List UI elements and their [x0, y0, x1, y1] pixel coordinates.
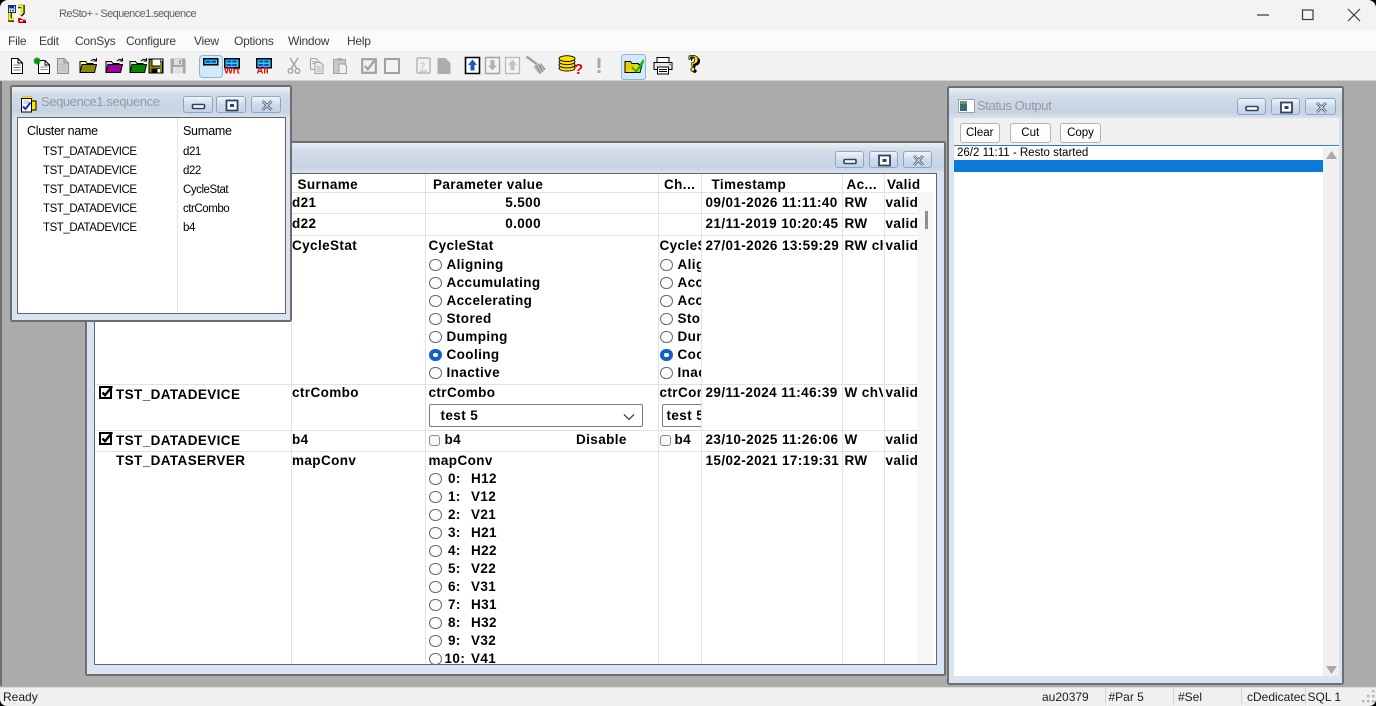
svg-text:All: All — [256, 65, 268, 76]
svg-text:?: ? — [420, 61, 425, 71]
svg-text:?: ? — [688, 53, 700, 78]
svg-text:Wrt: Wrt — [224, 65, 240, 76]
svg-text:?: ? — [574, 61, 583, 77]
